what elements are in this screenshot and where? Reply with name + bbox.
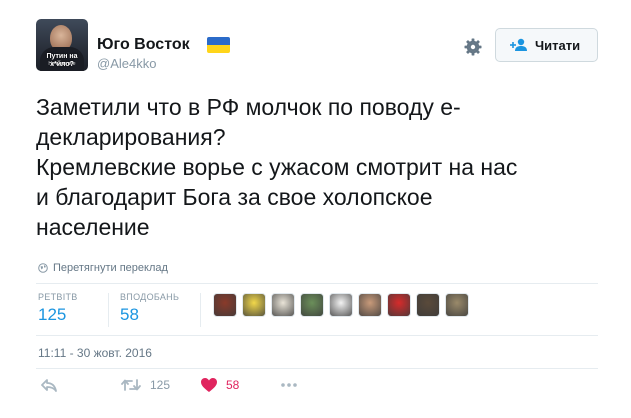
follow-button[interactable]: Читати xyxy=(495,28,598,62)
author-name[interactable]: Юго Восток xyxy=(97,36,190,54)
liker-avatar-7[interactable] xyxy=(387,293,411,317)
likers-list xyxy=(213,293,474,317)
liker-avatar-5[interactable] xyxy=(329,293,353,317)
likes-value: 58 xyxy=(120,305,139,324)
divider xyxy=(36,368,598,369)
retweet-count: 125 xyxy=(150,378,171,392)
like-count: 58 xyxy=(226,378,240,392)
translate-label: Перетягнути переклад xyxy=(53,262,168,274)
liker-avatar-2[interactable] xyxy=(242,293,266,317)
more-icon xyxy=(281,383,297,387)
heart-icon xyxy=(201,378,217,392)
more-button[interactable] xyxy=(280,377,298,393)
author-handle[interactable]: @Ale4kko xyxy=(97,56,156,72)
reply-icon xyxy=(41,379,57,392)
avatar[interactable]: Путин на х*йло? Ну а вы все xyxy=(36,19,88,71)
tweet-text-line: население xyxy=(36,214,150,240)
likes-label: ВПОДОБАНЬ xyxy=(120,292,180,302)
gear-icon[interactable] xyxy=(463,37,483,57)
tweet-text-line: декларирования? xyxy=(36,124,226,150)
like-button[interactable]: 58 xyxy=(200,377,239,393)
add-user-icon xyxy=(510,38,527,51)
tweet-text-line: и благодарит Бога за свое холопское xyxy=(36,184,433,210)
retweet-icon xyxy=(121,379,141,391)
translate-link[interactable]: Перетягнути переклад xyxy=(38,262,168,274)
tweet-text-line: Кремлевские ворье с ужасом смотрит на на… xyxy=(36,154,518,180)
globe-icon xyxy=(38,263,48,273)
stat-divider xyxy=(108,293,109,327)
liker-avatar-9[interactable] xyxy=(445,293,469,317)
avatar-caption-small: Ну а вы все xyxy=(48,61,76,67)
ukraine-flag-icon xyxy=(207,37,230,53)
liker-avatar-4[interactable] xyxy=(300,293,324,317)
timestamp[interactable]: 11:11 - 30 жовт. 2016 xyxy=(38,346,152,360)
retweet-button[interactable]: 125 xyxy=(120,377,170,393)
reply-button[interactable] xyxy=(40,377,58,393)
liker-avatar-1[interactable] xyxy=(213,293,237,317)
liker-avatar-6[interactable] xyxy=(358,293,382,317)
divider xyxy=(36,283,598,284)
liker-avatar-8[interactable] xyxy=(416,293,440,317)
likes-stat[interactable]: ВПОДОБАНЬ 58 xyxy=(120,292,179,326)
follow-label: Читати xyxy=(535,37,581,53)
tweet-text: Заметили что в РФ молчок по поводу е- де… xyxy=(36,92,606,242)
retweets-stat[interactable]: РЕТВІТВ 125 xyxy=(38,292,78,326)
tweet-card: Путин на х*йло? Ну а вы все Юго Восток @… xyxy=(0,0,631,418)
tweet-text-line: Заметили что в РФ молчок по поводу е- xyxy=(36,94,461,120)
retweets-label: РЕТВІТВ xyxy=(38,292,78,302)
divider xyxy=(36,335,598,336)
liker-avatar-3[interactable] xyxy=(271,293,295,317)
stat-divider xyxy=(200,293,201,327)
retweets-value: 125 xyxy=(38,305,67,324)
